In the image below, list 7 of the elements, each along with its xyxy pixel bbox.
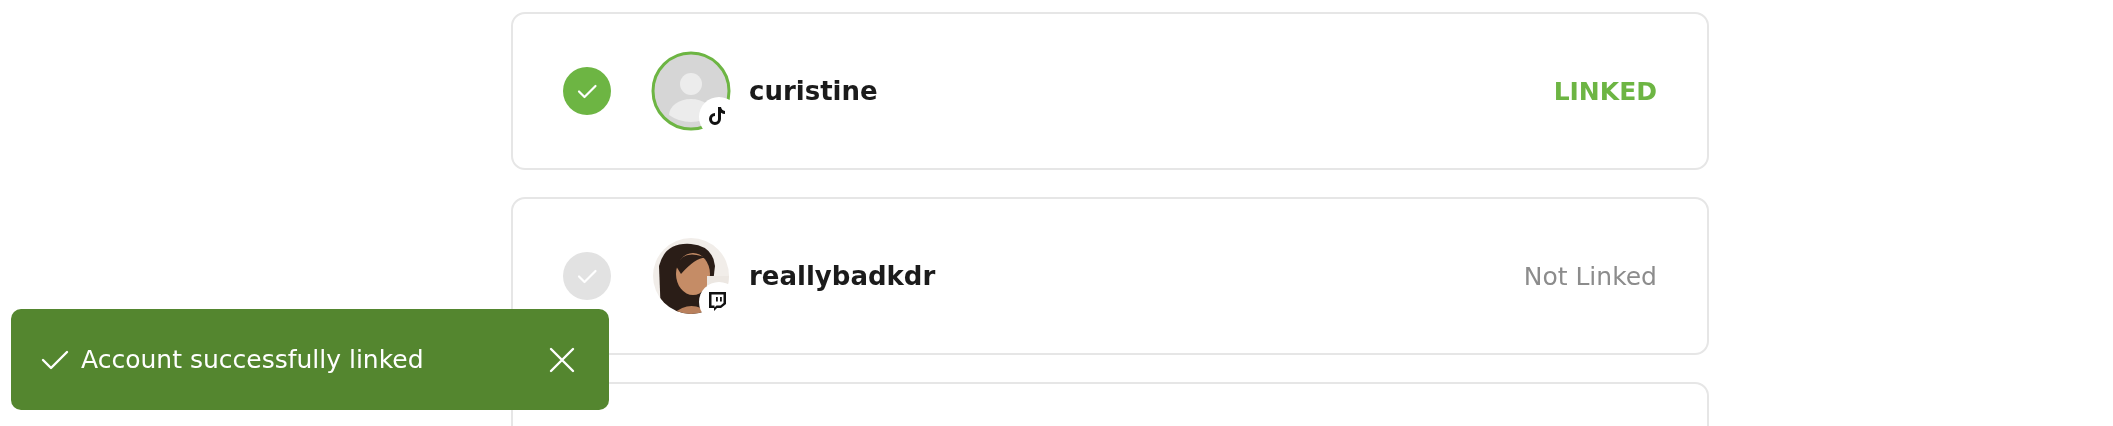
account-name: curistine — [749, 76, 878, 106]
check-icon — [41, 348, 69, 371]
account-name: reallybadkdr — [749, 261, 936, 291]
link-status: Not Linked — [1523, 261, 1657, 291]
toast-message: Account successfully linked — [81, 345, 424, 374]
close-icon — [549, 346, 575, 373]
link-status: LINKED — [1553, 76, 1657, 106]
